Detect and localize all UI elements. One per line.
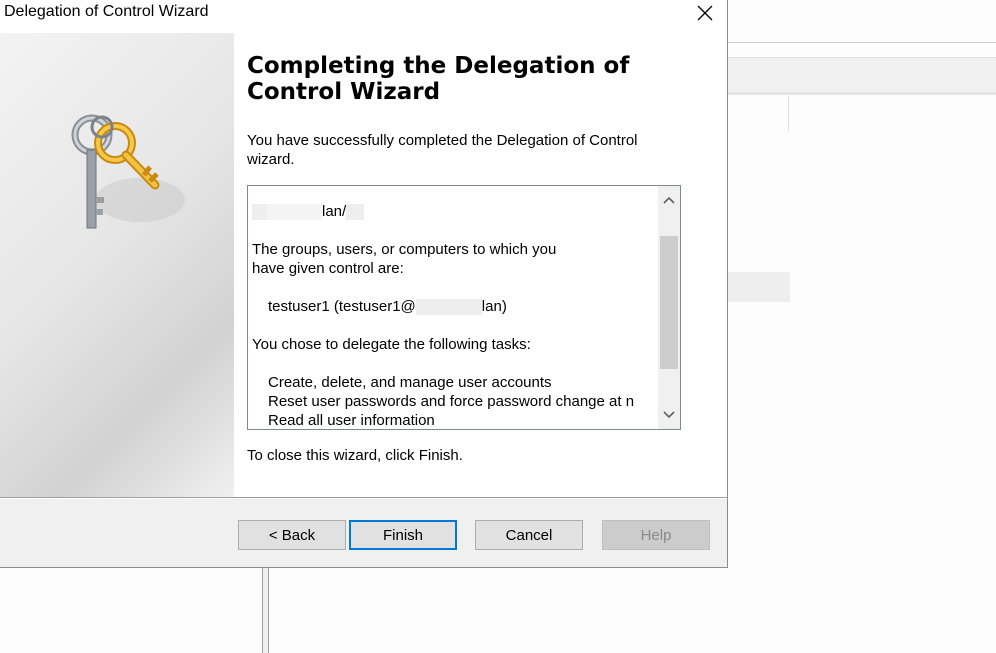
wizard-content: Completing the Delegation of Control Wiz… bbox=[234, 33, 727, 497]
delegated-user-prefix: testuser1 (testuser1@ bbox=[268, 298, 416, 315]
delegated-user-row: testuser1 (testuser1@ lan) bbox=[252, 297, 652, 316]
close-icon bbox=[697, 5, 713, 21]
chevron-up-icon bbox=[663, 196, 675, 204]
task-item: Reset user passwords and force password … bbox=[268, 393, 635, 410]
scroll-thumb[interactable] bbox=[660, 236, 678, 369]
scroll-down-button[interactable] bbox=[658, 401, 680, 429]
background-toolbar bbox=[728, 57, 996, 94]
delegation-wizard-dialog: Delegation of Control Wizard Completing … bbox=[0, 0, 728, 568]
summary-textbox[interactable]: lan/ The groups, users, or computers to … bbox=[247, 185, 681, 430]
back-button[interactable]: < Back bbox=[238, 520, 346, 550]
background-window-edge bbox=[728, 42, 996, 43]
help-button: Help bbox=[602, 520, 710, 550]
background-splitter[interactable] bbox=[262, 568, 269, 653]
chevron-down-icon bbox=[663, 411, 675, 419]
completion-message-line: wizard. bbox=[247, 151, 295, 168]
summary-scrollbar[interactable] bbox=[658, 186, 680, 429]
close-instructions: To close this wizard, click Finish. bbox=[247, 447, 463, 464]
keys-icon bbox=[71, 114, 185, 229]
redacted-text bbox=[346, 204, 365, 221]
page-title-line: Control Wizard bbox=[247, 79, 441, 105]
task-item: Create, delete, and manage user accounts bbox=[268, 374, 552, 391]
background-column-divider bbox=[788, 96, 789, 132]
summary-line: have given control are: bbox=[252, 260, 404, 277]
redacted-text bbox=[415, 299, 482, 316]
completion-message: You have successfully completed the Dele… bbox=[247, 131, 687, 169]
title-bar: Delegation of Control Wizard bbox=[0, 0, 727, 33]
finish-button[interactable]: Finish bbox=[349, 520, 457, 550]
summary-line: The groups, users, or computers to which… bbox=[252, 241, 557, 258]
completion-message-line: You have successfully completed the Dele… bbox=[247, 132, 638, 149]
redacted-text bbox=[266, 204, 322, 221]
window-title: Delegation of Control Wizard bbox=[4, 3, 209, 20]
redacted-text bbox=[252, 204, 266, 221]
scroll-up-button[interactable] bbox=[658, 186, 680, 214]
page-title-line: Completing the Delegation of bbox=[247, 53, 630, 79]
summary-text: lan/ The groups, users, or computers to … bbox=[252, 202, 652, 429]
wizard-side-panel bbox=[0, 33, 234, 497]
page-title: Completing the Delegation of Control Wiz… bbox=[247, 53, 667, 105]
task-item: Read all user information bbox=[268, 412, 435, 429]
close-button[interactable] bbox=[684, 0, 726, 26]
cancel-button[interactable]: Cancel bbox=[475, 520, 583, 550]
summary-object-row: lan/ bbox=[252, 202, 652, 221]
background-divider bbox=[728, 92, 996, 95]
summary-line: You chose to delegate the following task… bbox=[252, 336, 531, 353]
delegated-user-suffix: lan) bbox=[481, 298, 507, 315]
background-selection bbox=[728, 272, 790, 302]
object-path-suffix: lan/ bbox=[322, 203, 347, 220]
